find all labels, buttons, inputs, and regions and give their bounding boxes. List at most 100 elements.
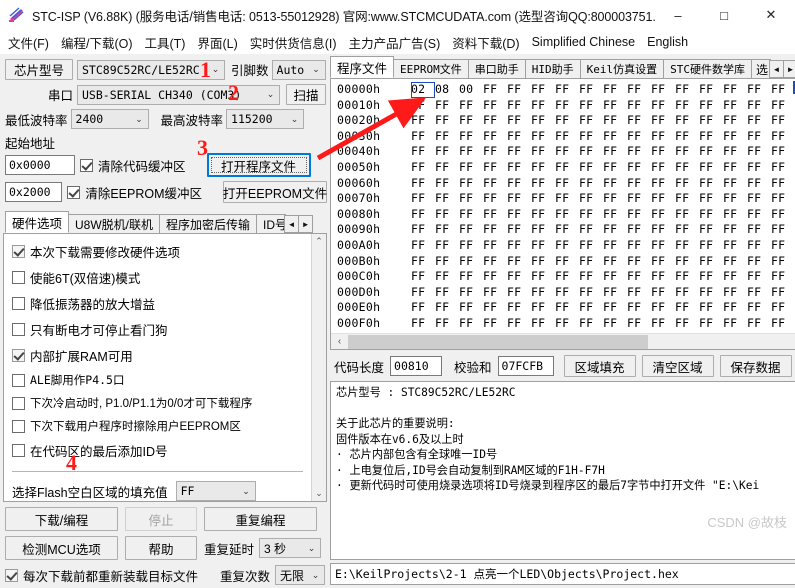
hex-byte[interactable]: FF [627, 113, 651, 129]
hex-byte[interactable]: FF [483, 176, 507, 192]
hex-byte[interactable]: FF [603, 82, 627, 98]
tab-hid-assistant[interactable]: HID助手 [524, 59, 581, 78]
hex-byte[interactable]: FF [507, 113, 531, 129]
hex-byte[interactable]: FF [771, 238, 795, 254]
eeprom-address-input[interactable]: 0x2000 [5, 182, 63, 202]
open-eeprom-file-button[interactable]: 打开EEPROM文件 [223, 181, 327, 203]
hex-byte[interactable]: FF [483, 160, 507, 176]
hex-byte[interactable]: FF [627, 238, 651, 254]
hex-row[interactable]: 00050h FF FF FF FF FF FF FF FF FF FF FF FF FF FF FF FF [337, 160, 795, 176]
hex-row[interactable]: 00010h FF FF FF FF FF FF FF FF FF FF FF FF FF FF FF FF [337, 98, 795, 114]
hex-byte[interactable]: FF [483, 254, 507, 270]
hex-byte[interactable]: FF [531, 98, 555, 114]
hex-byte[interactable]: FF [483, 222, 507, 238]
hex-byte[interactable]: FF [603, 98, 627, 114]
hex-byte[interactable]: FF [435, 316, 459, 332]
hex-byte[interactable]: FF [771, 160, 795, 176]
hex-byte[interactable]: FF [603, 254, 627, 270]
hex-byte[interactable]: FF [699, 98, 723, 114]
hex-editor[interactable]: 00000h 02 08 00 FF FF FF FF FF FF FF FF FF FF FF FF FF 00… [330, 78, 795, 350]
hex-byte[interactable]: FF [507, 98, 531, 114]
hex-byte[interactable]: FF [699, 160, 723, 176]
hex-byte[interactable]: FF [483, 98, 507, 114]
hex-byte[interactable]: FF [675, 222, 699, 238]
hex-byte[interactable]: FF [771, 191, 795, 207]
hex-row[interactable]: 000F0h FF FF FF FF FF FF FF FF FF FF FF FF FF FF FF FF [337, 316, 795, 332]
hex-row[interactable]: 00020h FF FF FF FF FF FF FF FF FF FF FF FF FF FF FF FF [337, 113, 795, 129]
menu-english[interactable]: English [647, 35, 688, 49]
hex-byte[interactable]: FF [675, 113, 699, 129]
hex-byte[interactable]: FF [771, 207, 795, 223]
detect-mcu-options-button[interactable]: 检测MCU选项 [5, 536, 118, 560]
hex-byte[interactable]: FF [483, 113, 507, 129]
hex-byte[interactable]: FF [483, 300, 507, 316]
hex-byte[interactable]: FF [675, 144, 699, 160]
hex-byte[interactable]: FF [675, 191, 699, 207]
hex-row[interactable]: 000B0h FF FF FF FF FF FF FF FF FF FF FF FF FF FF FF FF [337, 254, 795, 270]
hex-byte[interactable]: FF [579, 160, 603, 176]
hex-byte[interactable]: FF [747, 269, 771, 285]
hex-byte[interactable]: FF [699, 238, 723, 254]
hex-byte[interactable]: FF [579, 316, 603, 332]
tab-program-file[interactable]: 程序文件 [330, 56, 395, 78]
tab-eeprom-file[interactable]: EEPROM文件 [393, 59, 469, 78]
scroll-left-icon[interactable]: ‹ [331, 336, 348, 347]
hex-byte[interactable]: FF [699, 82, 723, 98]
clear-eeprom-buffer-checkbox[interactable]: 清除EEPROM缓冲区 [67, 183, 202, 202]
scan-button[interactable]: 扫描 [286, 84, 326, 105]
hex-byte[interactable]: FF [699, 129, 723, 145]
hex-byte[interactable]: FF [579, 98, 603, 114]
hex-byte[interactable]: FF [411, 113, 435, 129]
hex-byte[interactable]: FF [507, 316, 531, 332]
hex-byte[interactable]: FF [747, 160, 771, 176]
hex-byte[interactable]: FF [507, 269, 531, 285]
hex-byte[interactable]: FF [627, 98, 651, 114]
hex-byte[interactable]: FF [579, 113, 603, 129]
option-internal-xram-enabled[interactable]: 内部扩展RAM可用 [12, 346, 311, 365]
hex-byte[interactable]: FF [699, 316, 723, 332]
hex-byte[interactable]: FF [651, 316, 675, 332]
hex-byte[interactable]: FF [459, 207, 483, 223]
hex-byte[interactable]: FF [627, 191, 651, 207]
hex-byte[interactable]: FF [483, 82, 507, 98]
hex-byte[interactable]: FF [771, 269, 795, 285]
hex-byte[interactable]: FF [627, 207, 651, 223]
hex-byte[interactable]: FF [771, 300, 795, 316]
hex-byte[interactable]: FF [747, 207, 771, 223]
hex-byte[interactable]: FF [747, 82, 771, 98]
hex-byte[interactable]: FF [483, 191, 507, 207]
hex-byte[interactable]: FF [579, 144, 603, 160]
hex-byte[interactable]: FF [531, 207, 555, 223]
hex-byte[interactable]: FF [771, 316, 795, 332]
hex-byte[interactable]: FF [723, 238, 747, 254]
hex-byte[interactable]: FF [579, 269, 603, 285]
min-baud-combo[interactable]: 2400 ⌄ [70, 109, 149, 129]
menu-interface[interactable]: 界面(L) [197, 33, 237, 52]
hex-byte[interactable]: FF [411, 207, 435, 223]
hex-byte[interactable]: FF [651, 160, 675, 176]
hex-byte[interactable]: FF [411, 176, 435, 192]
hex-byte[interactable]: FF [459, 98, 483, 114]
hex-byte[interactable]: FF [507, 300, 531, 316]
hex-byte[interactable]: FF [507, 207, 531, 223]
hex-byte[interactable]: FF [459, 160, 483, 176]
save-data-button[interactable]: 保存数据 [719, 355, 792, 377]
hex-byte[interactable]: FF [579, 207, 603, 223]
hex-row[interactable]: 00000h 02 08 00 FF FF FF FF FF FF FF FF FF FF FF FF FF [337, 82, 795, 98]
hex-byte[interactable]: FF [435, 176, 459, 192]
hex-byte[interactable]: FF [603, 222, 627, 238]
hex-byte[interactable]: FF [675, 129, 699, 145]
serial-port-combo[interactable]: USB-SERIAL CH340 (COM3) ⌄ [77, 84, 280, 105]
hex-byte[interactable]: FF [747, 222, 771, 238]
hex-byte[interactable]: FF [603, 207, 627, 223]
hex-row[interactable]: 00060h FF FF FF FF FF FF FF FF FF FF FF FF FF FF FF FF [337, 176, 795, 192]
hex-byte[interactable]: FF [651, 191, 675, 207]
hex-byte[interactable]: FF [435, 285, 459, 301]
hex-byte[interactable]: FF [411, 269, 435, 285]
hex-byte[interactable]: FF [555, 129, 579, 145]
hex-byte[interactable]: FF [507, 191, 531, 207]
hex-byte[interactable]: FF [579, 129, 603, 145]
hex-byte[interactable]: FF [459, 113, 483, 129]
maximize-button[interactable]: □ [701, 0, 747, 30]
tab-id-number[interactable]: ID号 [256, 214, 287, 233]
